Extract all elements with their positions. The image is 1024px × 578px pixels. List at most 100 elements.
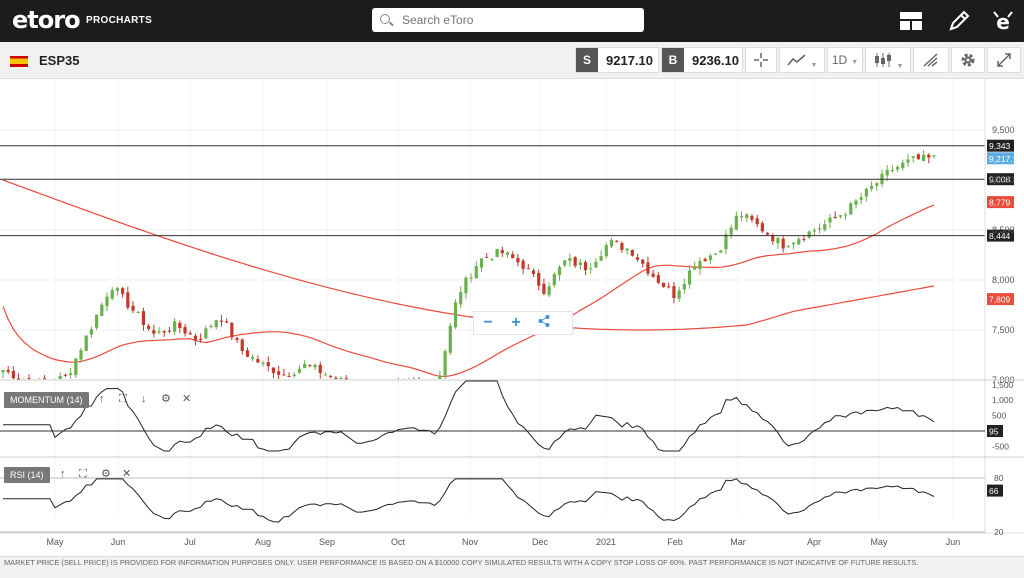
candle-body	[745, 214, 749, 219]
candle-body	[760, 223, 764, 232]
current-price-tag: 9,217.10	[989, 154, 1022, 164]
price-tick-label: 8,500	[992, 225, 1015, 235]
buy-button[interactable]: B 9236.10	[661, 47, 743, 73]
candle-body	[245, 350, 250, 357]
candle-body	[277, 371, 281, 375]
settings-button[interactable]	[951, 47, 985, 73]
time-tick-label: 2021	[596, 537, 616, 547]
momentum-panel-label: MOMENTUM (14)	[4, 392, 89, 408]
momentum-tick-label: 1,500	[992, 380, 1014, 390]
candle-body	[677, 290, 681, 299]
pencil-icon[interactable]	[946, 8, 972, 34]
candle-body	[776, 238, 780, 244]
search-input[interactable]	[400, 12, 634, 28]
momentum-tick-label: 500	[992, 411, 1006, 421]
candle-body	[313, 365, 317, 368]
rsi-close-icon[interactable]: ✕	[122, 467, 131, 480]
candles-button[interactable]: ▼	[865, 47, 911, 73]
drawing-tools-button[interactable]	[913, 47, 949, 73]
search-box[interactable]	[372, 8, 644, 32]
candle-body	[802, 238, 806, 240]
rsi-settings-icon[interactable]: ⚙	[101, 467, 111, 480]
draw-tool-icon	[923, 53, 938, 67]
momentum-down-icon[interactable]: ↓	[141, 393, 147, 405]
candle-body	[739, 216, 744, 218]
candle-body	[199, 338, 203, 340]
momentum-maximize-icon[interactable]: ⛶	[119, 393, 127, 406]
candle-body	[693, 267, 697, 270]
candle-body	[797, 239, 801, 245]
candle-body	[916, 154, 920, 160]
ma-fast-tag: 8,779	[989, 198, 1011, 208]
fullscreen-button[interactable]	[987, 47, 1021, 73]
candle-body	[635, 257, 640, 260]
candle-body	[869, 186, 874, 189]
time-tick-label: Jun	[946, 537, 961, 547]
sell-button[interactable]: S 9217.10	[575, 47, 659, 73]
candle-body	[729, 227, 733, 235]
candle-body	[303, 364, 307, 369]
candle-body	[209, 326, 213, 328]
top-bar: etoro PROCHARTS e	[0, 0, 1024, 42]
candle-body	[204, 328, 208, 339]
price-tick-label: 9,500	[992, 125, 1015, 135]
candle-body	[188, 333, 192, 335]
candle-body	[781, 238, 785, 249]
candle-body	[162, 331, 166, 333]
candle-body	[817, 228, 822, 230]
candle-body	[485, 256, 489, 258]
zoom-out-button[interactable]: −	[474, 312, 502, 334]
candle-body	[594, 261, 598, 268]
candle-body	[464, 277, 468, 294]
etoro-e-icon[interactable]: e	[990, 8, 1016, 34]
candle-body	[266, 362, 270, 367]
candle-body	[921, 154, 926, 162]
candle-body	[323, 374, 328, 376]
zoom-in-button[interactable]: +	[502, 312, 530, 334]
candle-body	[235, 338, 239, 340]
interval-button[interactable]: 1D ▼	[827, 47, 863, 73]
candle-body	[859, 197, 863, 200]
rsi-up-icon[interactable]: ↑	[60, 468, 66, 480]
candle-body	[547, 286, 551, 296]
candle-body	[474, 266, 478, 279]
sell-tag: S	[576, 48, 598, 72]
candle-body	[292, 374, 296, 377]
share-button[interactable]	[530, 312, 558, 334]
rsi-maximize-icon[interactable]: ⛶	[79, 468, 87, 481]
candle-body	[563, 260, 567, 266]
candle-body	[765, 232, 770, 235]
candle-body	[609, 239, 614, 247]
momentum-close-icon[interactable]: ✕	[182, 392, 191, 405]
candle-body	[79, 350, 83, 360]
time-tick-label: Dec	[532, 537, 549, 547]
candle-body	[219, 320, 224, 322]
time-tick-label: Aug	[255, 537, 271, 547]
candle-body	[703, 259, 707, 262]
candlestick-icon	[874, 53, 891, 67]
candle-body	[58, 376, 62, 379]
crosshair-button[interactable]	[745, 47, 777, 73]
candle-body	[791, 242, 796, 245]
momentum-tick-label: -500	[992, 441, 1009, 451]
layout-icon[interactable]	[898, 8, 924, 34]
candle-body	[890, 169, 894, 171]
time-tick-label: Oct	[391, 537, 406, 547]
price-tick-label: 8,000	[992, 275, 1015, 285]
candle-body	[906, 159, 910, 163]
candle-body	[542, 283, 546, 294]
chart-type-button[interactable]: ▼	[779, 47, 825, 73]
momentum-settings-icon[interactable]: ⚙	[161, 392, 171, 405]
candle-body	[287, 375, 291, 377]
price-line-label: 9,343	[989, 141, 1011, 151]
candle-body	[849, 203, 853, 215]
candle-body	[490, 259, 494, 261]
candle-body	[136, 312, 140, 314]
etoro-logo[interactable]: etoro	[12, 6, 81, 34]
candle-body	[329, 375, 333, 377]
candle-body	[1, 370, 5, 373]
momentum-up-icon[interactable]: ↑	[99, 393, 105, 405]
candle-body	[511, 254, 515, 259]
candle-body	[698, 260, 702, 269]
candle-body	[178, 322, 182, 329]
